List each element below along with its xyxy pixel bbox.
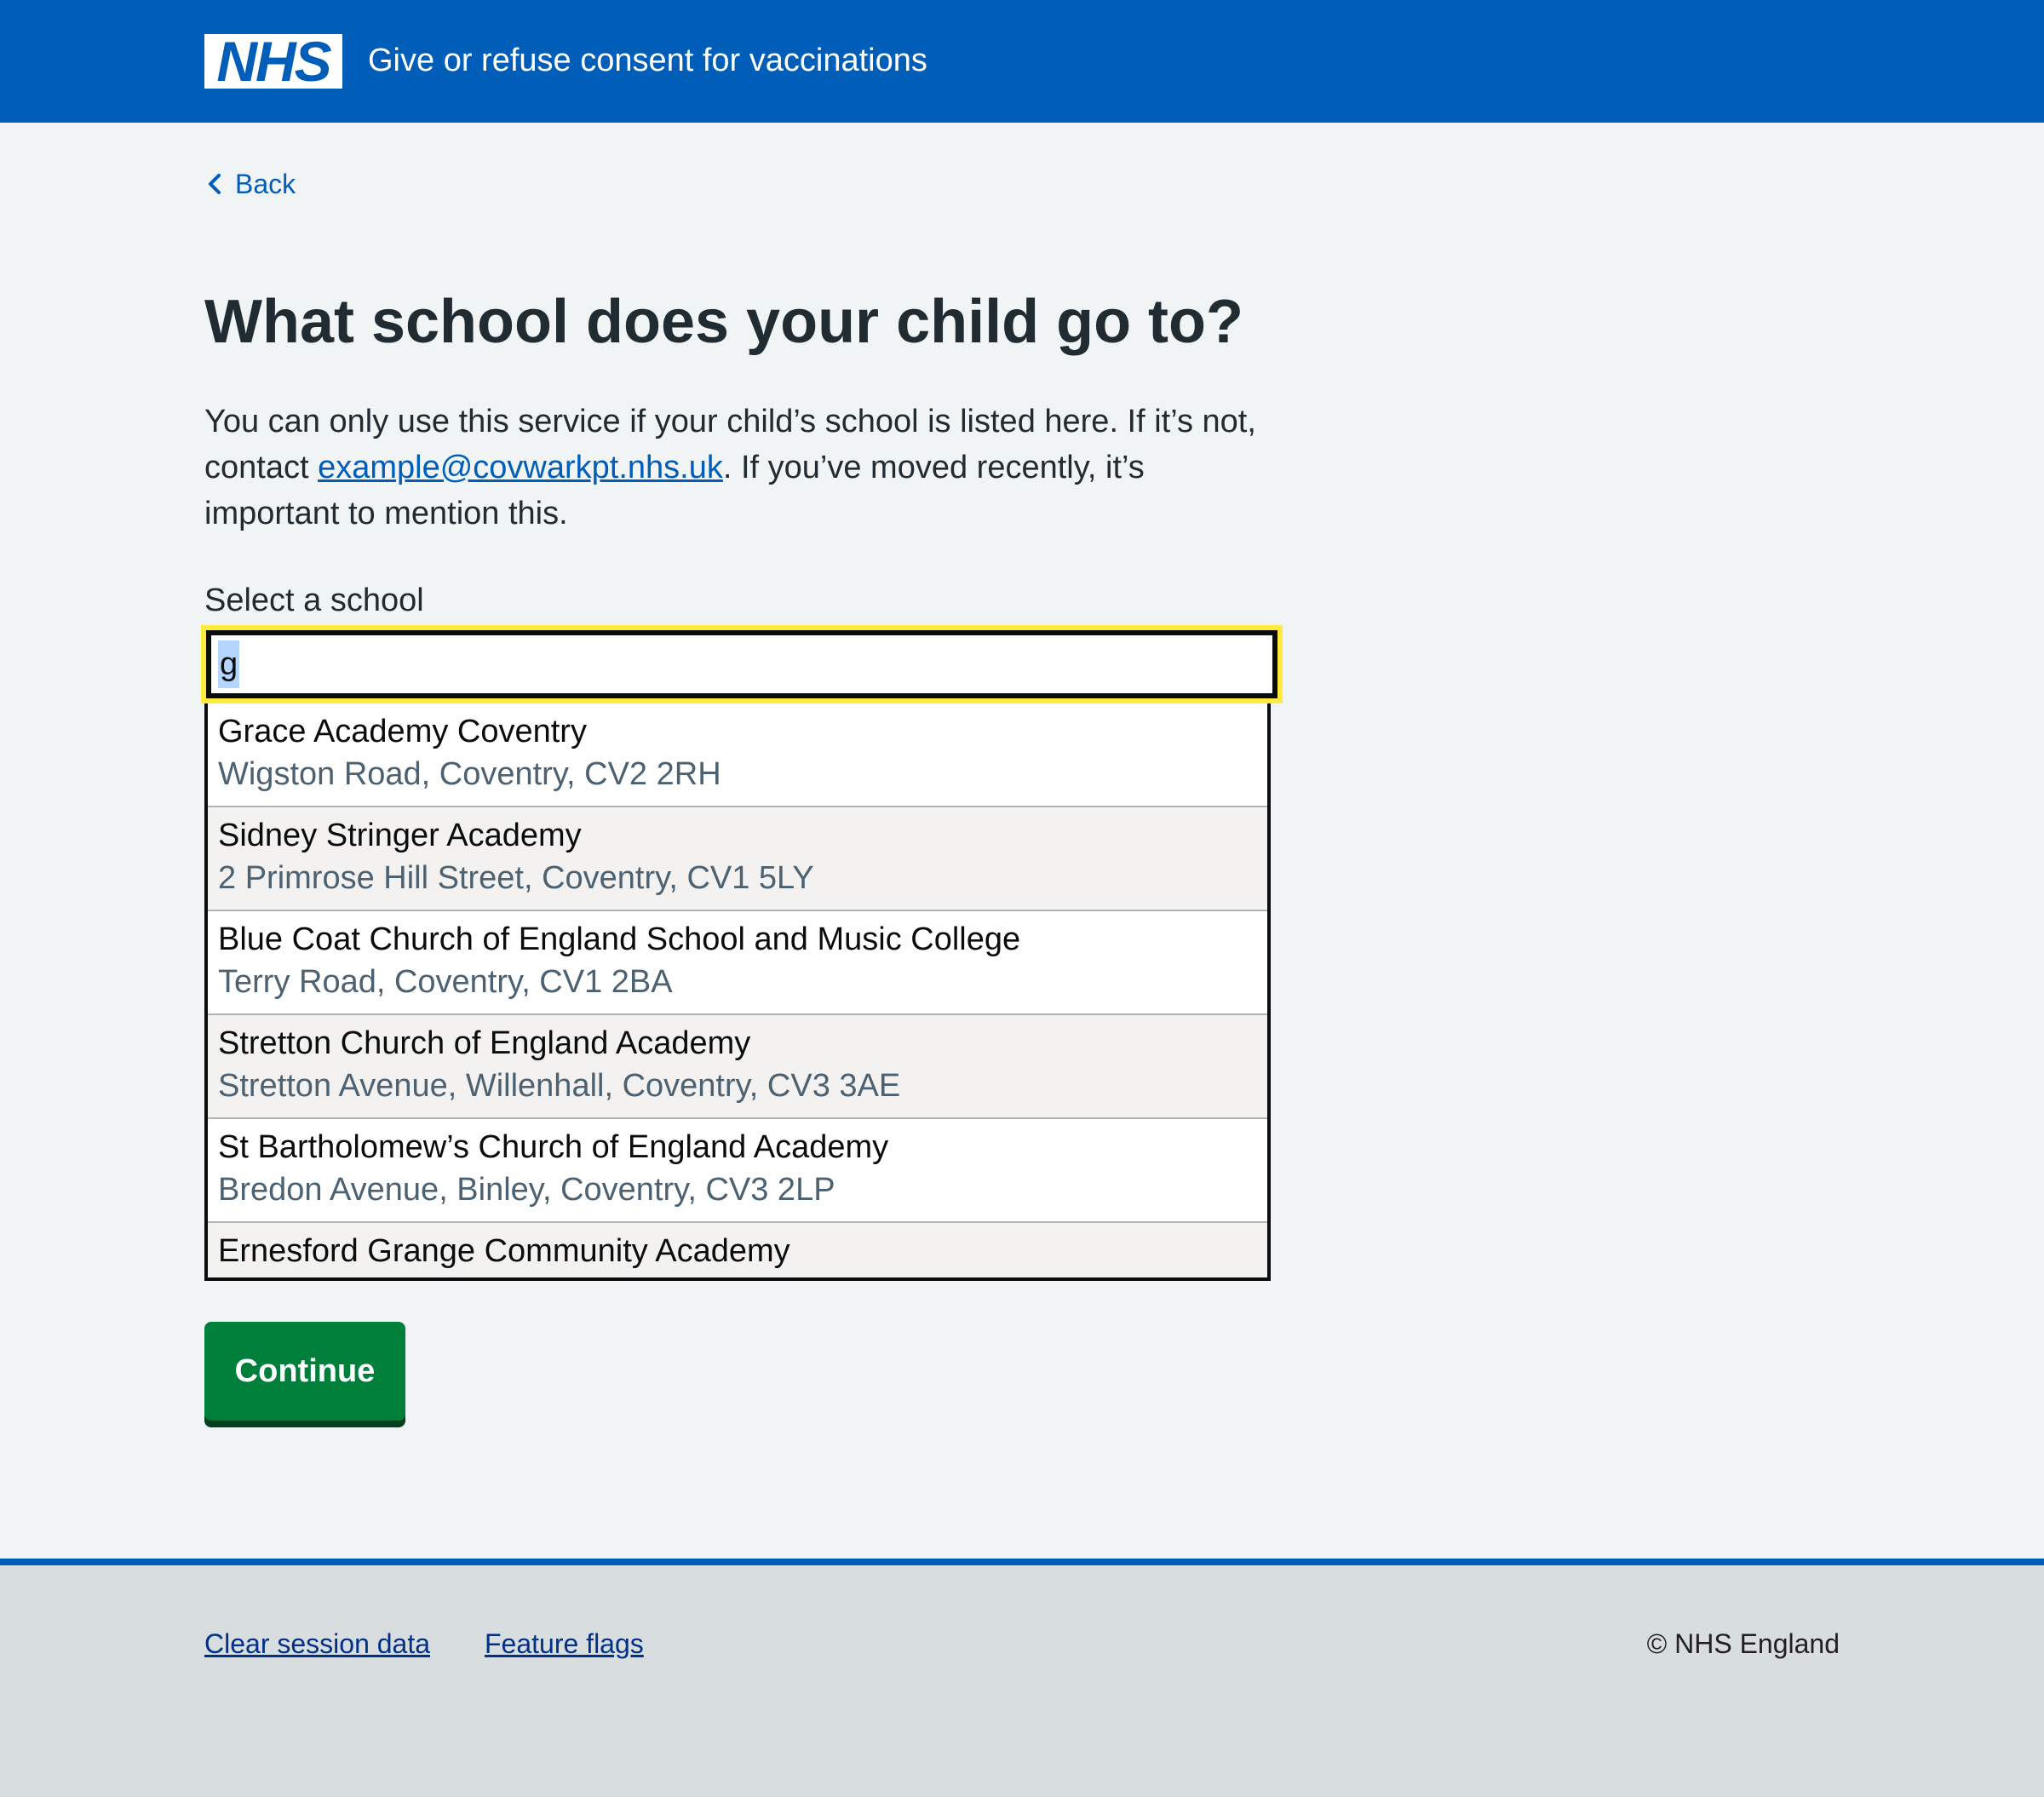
school-option[interactable]: Blue Coat Church of England School and M… xyxy=(208,911,1267,1015)
school-option[interactable]: Stretton Church of England Academy Stret… xyxy=(208,1015,1267,1119)
continue-button[interactable]: Continue xyxy=(204,1322,405,1421)
copyright-text: © NHS England xyxy=(1646,1628,1840,1659)
site-footer: Clear session data Feature flags © NHS E… xyxy=(0,1559,2044,1797)
school-input-focus-ring: g xyxy=(201,625,1283,703)
school-option-name: Sidney Stringer Academy xyxy=(218,818,582,853)
school-option-name: Grace Academy Coventry xyxy=(218,714,587,749)
nhs-logo[interactable]: NHS xyxy=(204,34,342,89)
service-name[interactable]: Give or refuse consent for vaccinations xyxy=(368,41,927,80)
back-link[interactable]: Back xyxy=(204,165,296,203)
page-title: What school does your child go to? xyxy=(204,288,1243,356)
school-option[interactable]: St Bartholomew’s Church of England Acade… xyxy=(208,1119,1267,1223)
school-option-name: Blue Coat Church of England School and M… xyxy=(218,921,1021,957)
site-header: NHS Give or refuse consent for vaccinati… xyxy=(0,0,2044,123)
school-option[interactable]: Sidney Stringer Academy 2 Primrose Hill … xyxy=(208,807,1267,911)
intro-text: You can only use this service if your ch… xyxy=(204,399,1286,537)
school-search-input[interactable]: g xyxy=(206,630,1278,698)
school-search-input-value: g xyxy=(218,640,240,688)
school-option-name: St Bartholomew’s Church of England Acade… xyxy=(218,1129,889,1165)
back-link-label: Back xyxy=(235,169,296,199)
school-option-address: 2 Primrose Hill Street, Coventry, CV1 5L… xyxy=(218,860,814,896)
school-option-name: Stretton Church of England Academy xyxy=(218,1025,751,1061)
school-option[interactable]: Ernesford Grange Community Academy xyxy=(208,1223,1267,1277)
school-option-address: Wigston Road, Coventry, CV2 2RH xyxy=(218,756,721,792)
school-option[interactable]: Grace Academy Coventry Wigston Road, Cov… xyxy=(208,703,1267,807)
contact-email-link[interactable]: example@covwarkpt.nhs.uk xyxy=(318,450,723,485)
school-option-name: Ernesford Grange Community Academy xyxy=(218,1233,790,1269)
school-suggestions-listbox[interactable]: Grace Academy Coventry Wigston Road, Cov… xyxy=(204,703,1271,1281)
clear-session-data-link[interactable]: Clear session data xyxy=(204,1625,430,1662)
chevron-left-icon xyxy=(209,174,221,194)
school-option-address: Terry Road, Coventry, CV1 2BA xyxy=(218,964,673,1000)
feature-flags-link[interactable]: Feature flags xyxy=(485,1625,644,1662)
school-option-address: Stretton Avenue, Willenhall, Coventry, C… xyxy=(218,1068,901,1104)
school-option-address: Bredon Avenue, Binley, Coventry, CV3 2LP xyxy=(218,1172,835,1208)
school-field-label: Select a school xyxy=(204,583,424,618)
